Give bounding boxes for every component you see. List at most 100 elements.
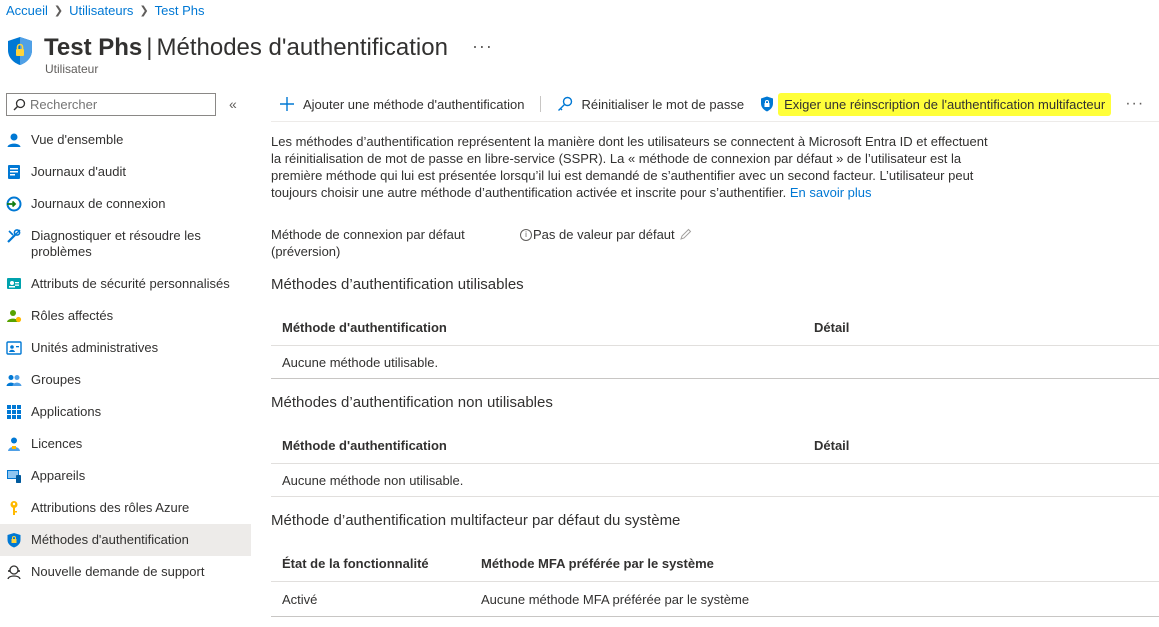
sidebar-item-label: Rôles affectés [31,308,114,323]
support-icon [7,565,21,580]
require-mfa-reregistration-label: Exiger une réinscription de l'authentifi… [778,92,1112,116]
table-header: Méthode d'authentification Détail [271,309,1159,346]
unusable-methods-heading: Méthodes d’authentification non utilisab… [271,394,553,411]
toolbar-divider [540,96,542,112]
sidebar-item-label: Attributions des rôles Azure [31,500,190,515]
require-mfa-reregistration-button[interactable]: Exiger une réinscription de l'authentifi… [760,92,1112,116]
more-options-icon[interactable]: ··· [472,36,493,57]
licenses-icon [8,437,20,451]
sidebar-item-diagnose[interactable]: Diagnostiquer et résoudre les problèmes [0,220,251,268]
sign-in-log-icon [6,196,22,212]
edit-pencil-icon[interactable] [679,228,692,241]
sidebar-item-label: Attributs de sécurité personnalisés [31,276,230,291]
breadcrumb-user[interactable]: Test Phs [155,3,205,18]
column-header-detail[interactable]: Détail [814,438,849,453]
sidebar-item-admin-units[interactable]: Unités administratives [0,332,251,364]
table-row: Aucune méthode utilisable. [271,346,1159,379]
description-text: Les méthodes d’authentification représen… [271,134,988,200]
column-header-method[interactable]: Méthode d'authentification [282,320,447,335]
default-method-value: Pas de valeur par défaut [533,227,675,242]
collapse-sidebar-icon[interactable]: « [229,96,237,112]
sidebar-item-applications[interactable]: Applications [0,396,251,428]
sidebar-item-sign-in-logs[interactable]: Journaux de connexion [0,188,251,220]
sidebar-item-audit-logs[interactable]: Journaux d'audit [0,156,251,188]
search-input[interactable] [30,97,200,112]
sidebar-item-label: Nouvelle demande de support [31,564,205,579]
page-title: Test Phs | Méthodes d'authentification [44,34,448,62]
chevron-right-icon: ❯ [53,5,64,17]
sidebar-item-label: Appareils [31,468,86,483]
default-method-value-area: i Pas de valeur par défaut [520,226,692,243]
command-bar: Ajouter une méthode d'authentification R… [271,90,1144,118]
sidebar-item-assigned-roles[interactable]: Rôles affectés [0,300,251,332]
preferred-mfa-value: Aucune méthode MFA préférée par le systè… [481,591,750,607]
sidebar-item-custom-security-attributes[interactable]: Attributs de sécurité personnalisés [0,268,251,300]
sidebar-item-azure-role-assignments[interactable]: Attributions des rôles Azure [0,492,251,524]
sidebar-item-overview[interactable]: Vue d'ensemble [0,124,251,156]
key-icon [558,96,573,111]
audit-log-icon [8,165,20,179]
sidebar-item-label: Licences [31,436,83,451]
unusable-methods-table: Méthode d'authentification Détail Aucune… [271,427,1159,497]
roles-icon [7,310,22,323]
search-icon [13,98,26,111]
column-header-detail[interactable]: Détail [814,320,849,335]
search-box[interactable] [6,93,216,116]
devices-icon [7,470,21,483]
page-header: Test Phs | Méthodes d'authentification ··· [6,30,493,66]
security-attributes-icon [7,278,21,289]
toolbar-divider-line [271,121,1159,122]
sidebar-item-label: Applications [31,404,102,419]
reset-password-button[interactable]: Réinitialiser le mot de passe [557,96,744,112]
shield-icon [7,533,21,548]
sidebar-item-label: Vue d'ensemble [31,132,124,147]
column-header-preferred-mfa[interactable]: Méthode MFA préférée par le système [481,556,714,571]
wrench-icon [7,229,21,243]
breadcrumb-users[interactable]: Utilisateurs [69,3,133,18]
usable-methods-table: Méthode d'authentification Détail Aucune… [271,309,1159,379]
title-separator: | [146,34,153,61]
column-header-method[interactable]: Méthode d'authentification [282,438,447,453]
sidebar-item-label: Journaux de connexion [31,196,166,211]
page-title-section: Méthodes d'authentification [156,34,448,61]
groups-icon [6,375,22,386]
system-mfa-heading: Méthode d’authentification multifacteur … [271,512,681,529]
sidebar-item-new-support-request[interactable]: Nouvelle demande de support [0,556,251,588]
sidebar-item-label: Méthodes d'authentification [31,532,189,547]
empty-state-text: Aucune méthode non utilisable. [282,472,464,488]
sidebar-nav: Vue d'ensemble Journaux d'audit Journaux… [0,124,251,588]
sidebar-item-groups[interactable]: Groupes [0,364,251,396]
sidebar-item-label: Unités administratives [31,340,159,355]
chevron-right-icon: ❯ [139,5,149,17]
plus-icon [280,97,294,111]
table-header: État de la fonctionnalité Méthode MFA pr… [271,545,1159,582]
default-method-label: Méthode de connexion par défaut (prévers… [271,227,465,259]
usable-methods-heading: Méthodes d’authentification utilisables [271,276,524,293]
info-icon[interactable]: i [520,228,532,241]
breadcrumb-home[interactable]: Accueil [6,3,48,18]
system-mfa-table: État de la fonctionnalité Méthode MFA pr… [271,545,1159,617]
shield-icon [8,37,32,65]
column-header-feature-state[interactable]: État de la fonctionnalité [282,556,429,571]
learn-more-link[interactable]: En savoir plus [790,185,872,200]
sidebar-item-authentication-methods[interactable]: Méthodes d'authentification [0,524,251,556]
empty-state-text: Aucune méthode utilisable. [282,354,439,370]
description: Les méthodes d’authentification représen… [271,133,991,201]
add-auth-method-button[interactable]: Ajouter une méthode d'authentification [279,96,524,112]
sidebar-item-label: Diagnostiquer et résoudre les problèmes [31,228,201,259]
table-row: Aucune méthode non utilisable. [271,464,1159,497]
key-icon [10,501,18,515]
feature-state-value: Activé [282,591,318,607]
sidebar-item-label: Groupes [31,372,81,387]
reset-password-label: Réinitialiser le mot de passe [581,96,745,112]
more-commands-icon[interactable]: ··· [1125,95,1144,113]
table-row: Activé Aucune méthode MFA préférée par l… [271,582,1159,617]
page-title-user: Test Phs [44,34,143,61]
user-icon [7,133,21,147]
sidebar-item-devices[interactable]: Appareils [0,460,251,492]
sidebar-item-licenses[interactable]: Licences [0,428,251,460]
shield-lock-icon [761,96,774,112]
apps-grid-icon [7,405,21,419]
page-subtitle: Utilisateur [45,62,99,76]
breadcrumb: Accueil ❯ Utilisateurs ❯ Test Phs [6,3,205,18]
